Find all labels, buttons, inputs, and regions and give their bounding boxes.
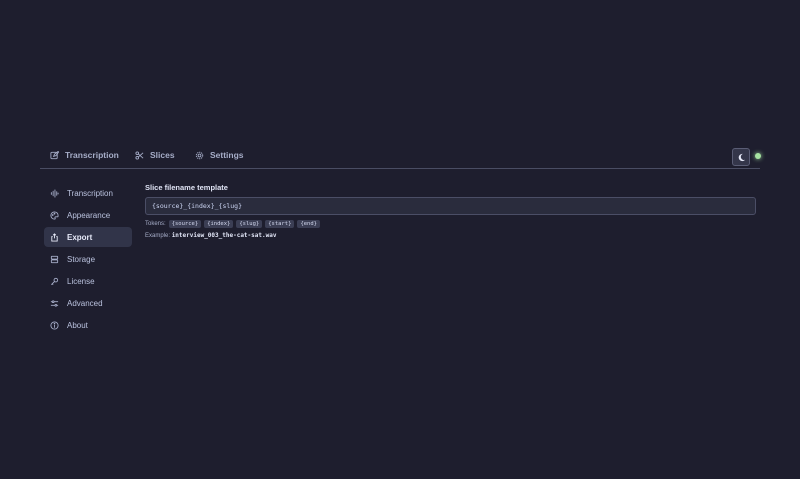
top-tab-bar: Transcription Slices Settings: [40, 146, 761, 169]
sidebar-item-label: License: [67, 276, 95, 286]
sidebar-item-about[interactable]: About: [44, 315, 132, 335]
tokens-row: Tokens: {source} {index} {slug} {start} …: [145, 220, 756, 228]
tab-label: Transcription: [65, 150, 119, 160]
sidebar-item-label: Advanced: [67, 298, 103, 308]
info-icon: [50, 320, 59, 330]
sidebar-item-export[interactable]: Export: [44, 227, 132, 247]
gear-icon: [195, 151, 204, 159]
sidebar-item-appearance[interactable]: Appearance: [44, 205, 132, 225]
sidebar-item-license[interactable]: License: [44, 271, 132, 291]
settings-sidebar: Transcription Appearance Export Storage …: [44, 183, 132, 337]
share-icon: [51, 232, 58, 242]
example-label: Example:: [145, 233, 171, 239]
tab-label: Slices: [150, 150, 175, 160]
waveform-icon: [50, 188, 59, 198]
template-label: Slice filename template: [145, 183, 228, 192]
tab-slices[interactable]: Slices: [135, 150, 175, 160]
sidebar-item-label: Appearance: [67, 210, 111, 220]
palette-icon: [50, 210, 59, 220]
theme-toggle-button[interactable]: [732, 148, 750, 166]
sidebar-item-storage[interactable]: Storage: [44, 249, 132, 269]
tokens-label: Tokens:: [145, 221, 166, 227]
sliders-icon: [50, 299, 59, 307]
token-end[interactable]: {end}: [297, 220, 320, 228]
storage-icon: [50, 255, 59, 263]
scissors-icon: [135, 150, 144, 160]
sidebar-item-label: Export: [67, 232, 93, 242]
status-indicator: [755, 153, 761, 159]
token-slug[interactable]: {slug}: [236, 220, 263, 228]
tab-transcription[interactable]: Transcription: [50, 150, 119, 160]
sidebar-item-advanced[interactable]: Advanced: [44, 293, 132, 313]
example-row: Example: interview_003_the-cat-sat.wav: [145, 232, 756, 239]
token-start[interactable]: {start}: [265, 220, 295, 228]
sidebar-item-label: About: [67, 320, 88, 330]
token-source[interactable]: {source}: [168, 220, 202, 228]
moon-icon: [738, 153, 745, 161]
tab-label: Settings: [210, 150, 244, 160]
edit-icon: [50, 150, 59, 159]
filename-template-input[interactable]: [145, 197, 756, 215]
example-filename: interview_003_the-cat-sat.wav: [171, 232, 277, 239]
sidebar-item-label: Transcription: [67, 188, 113, 198]
token-index[interactable]: {index}: [204, 220, 234, 228]
sidebar-item-transcription[interactable]: Transcription: [44, 183, 132, 203]
export-settings-panel: Slice filename template Tokens: {source}…: [145, 183, 756, 239]
sidebar-item-label: Storage: [67, 254, 96, 264]
key-icon: [51, 277, 59, 285]
tab-settings[interactable]: Settings: [195, 150, 244, 160]
